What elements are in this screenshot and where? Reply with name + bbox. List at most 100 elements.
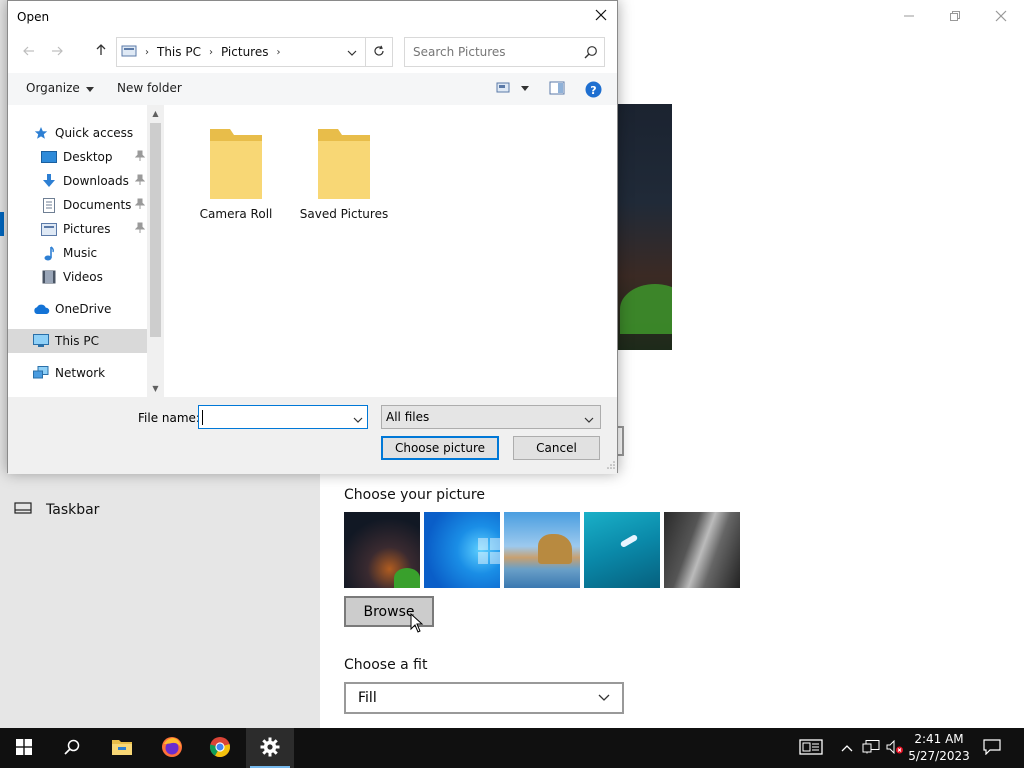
breadcrumb-item-pictures[interactable]: Pictures	[221, 45, 269, 59]
preview-pane-button[interactable]	[549, 81, 565, 98]
file-name-combobox[interactable]	[198, 405, 368, 429]
volume-tray-button[interactable]	[884, 728, 906, 768]
film-icon	[40, 269, 58, 285]
fit-select-value: Fill	[358, 690, 377, 706]
clock-time: 2:41 AM	[914, 732, 964, 746]
computer-icon	[32, 333, 50, 349]
tree-item-quick-access[interactable]: Quick access	[8, 121, 147, 145]
help-icon: ?	[585, 81, 602, 101]
new-folder-label: New folder	[117, 81, 182, 95]
tree-item-music[interactable]: Music	[8, 241, 147, 265]
folder-label: Saved Pictures	[299, 207, 389, 221]
organize-menu-button[interactable]: Organize	[26, 81, 94, 95]
tree-item-label: Quick access	[55, 126, 134, 140]
tree-item-label: Downloads	[63, 174, 129, 188]
selected-nav-indicator	[0, 212, 4, 236]
change-view-button[interactable]	[496, 81, 532, 98]
nav-pane-scrollbar[interactable]: ▲ ▼	[147, 105, 164, 397]
tree-item-downloads[interactable]: Downloads	[8, 169, 147, 193]
network-tray-button[interactable]	[860, 728, 882, 768]
thumbnail-beach-rocks[interactable]	[504, 512, 580, 588]
chrome-icon	[209, 736, 231, 761]
tree-item-documents[interactable]: Documents	[8, 193, 147, 217]
tree-item-label: Documents	[63, 198, 132, 212]
tree-item-desktop[interactable]: Desktop	[8, 145, 147, 169]
tree-item-label: Videos	[63, 270, 103, 284]
notification-icon	[983, 738, 1001, 758]
notifications-button[interactable]	[980, 728, 1004, 768]
pin-icon	[134, 222, 146, 237]
folder-label: Camera Roll	[199, 207, 273, 221]
file-list-pane: Camera Roll Saved Pictures	[164, 105, 617, 397]
nav-item-taskbar[interactable]: Taskbar	[14, 502, 99, 518]
choose-picture-button[interactable]: Choose picture	[381, 436, 499, 460]
file-explorer-taskbar-button[interactable]	[98, 728, 146, 768]
taskbar-clock[interactable]: 2:41 AM 5/27/2023	[904, 731, 974, 765]
star-icon	[32, 125, 50, 141]
picture-thumbnails	[344, 512, 740, 588]
scrollbar-thumb[interactable]	[150, 123, 161, 337]
search-taskbar-button[interactable]	[48, 728, 96, 768]
tree-item-this-pc[interactable]: This PC	[8, 329, 147, 353]
dialog-close-button[interactable]	[585, 1, 617, 32]
tree-item-label: Desktop	[63, 150, 113, 164]
news-widget-button[interactable]	[796, 728, 826, 768]
pc-location-icon	[121, 45, 137, 60]
thumbnail-underwater-swimmer[interactable]	[584, 512, 660, 588]
choose-fit-label: Choose a fit	[344, 657, 428, 673]
minimize-button[interactable]	[886, 0, 932, 32]
cancel-button[interactable]: Cancel	[513, 436, 600, 460]
desktop-icon	[40, 149, 58, 165]
tree-item-videos[interactable]: Videos	[8, 265, 147, 289]
resize-grip-icon[interactable]	[607, 458, 615, 472]
cloud-icon	[32, 301, 50, 317]
document-icon	[40, 197, 58, 213]
scroll-up-arrow-icon[interactable]: ▲	[147, 105, 164, 122]
chevron-down-icon[interactable]	[347, 46, 357, 60]
forward-button[interactable]	[48, 43, 66, 61]
command-toolbar: Organize New folder ?	[8, 73, 617, 105]
navigation-pane: Quick access Desktop Downloads Documents	[8, 105, 164, 397]
music-note-icon	[40, 245, 58, 261]
thumbnail-night-sky-tent[interactable]	[344, 512, 420, 588]
thumbnail-rock-cliff[interactable]	[664, 512, 740, 588]
address-bar[interactable]: › This PC › Pictures ›	[116, 37, 366, 67]
scroll-down-arrow-icon[interactable]: ▼	[147, 380, 164, 397]
search-input[interactable]	[413, 45, 573, 59]
thumbnail-windows-blue[interactable]	[424, 512, 500, 588]
tree-item-network[interactable]: Network	[8, 361, 147, 385]
up-button[interactable]	[92, 43, 110, 61]
open-file-dialog: Open › This PC › Pictures › Search Pictu…	[7, 0, 618, 474]
restore-button[interactable]	[932, 0, 978, 32]
gear-icon	[260, 737, 280, 760]
tree-item-label: Network	[55, 366, 106, 380]
breadcrumb-item-this-pc[interactable]: This PC	[157, 45, 201, 59]
tree-item-label: Pictures	[63, 222, 111, 236]
folder-camera-roll[interactable]: Camera Roll	[186, 119, 286, 221]
show-hidden-icons-button[interactable]	[838, 728, 856, 768]
chevron-up-icon	[841, 741, 853, 755]
folder-saved-pictures[interactable]: Saved Pictures	[294, 119, 394, 221]
tree-item-onedrive[interactable]: OneDrive	[8, 297, 147, 321]
close-button[interactable]	[978, 0, 1024, 32]
settings-taskbar-button[interactable]	[246, 728, 294, 768]
back-button[interactable]	[20, 43, 38, 61]
download-arrow-icon	[40, 173, 58, 189]
firefox-taskbar-button[interactable]	[148, 728, 196, 768]
chrome-taskbar-button[interactable]	[196, 728, 244, 768]
search-box[interactable]	[404, 37, 605, 67]
mouse-cursor-icon	[410, 612, 424, 636]
file-name-input[interactable]	[202, 410, 342, 424]
refresh-button[interactable]	[365, 37, 393, 67]
start-button[interactable]	[0, 728, 48, 768]
chevron-right-icon: ›	[276, 46, 281, 58]
tree-item-pictures[interactable]: Pictures	[8, 217, 147, 241]
taskbar-icon	[14, 502, 32, 518]
chevron-down-icon[interactable]	[353, 413, 363, 427]
dialog-bottom-bar: File name: All files Choose picture Canc…	[8, 397, 617, 474]
new-folder-button[interactable]: New folder	[117, 81, 182, 95]
file-type-select[interactable]: All files	[381, 405, 601, 429]
fit-select[interactable]: Fill	[344, 682, 624, 714]
tree-item-label: This PC	[55, 334, 99, 348]
help-button[interactable]: ?	[585, 81, 602, 101]
